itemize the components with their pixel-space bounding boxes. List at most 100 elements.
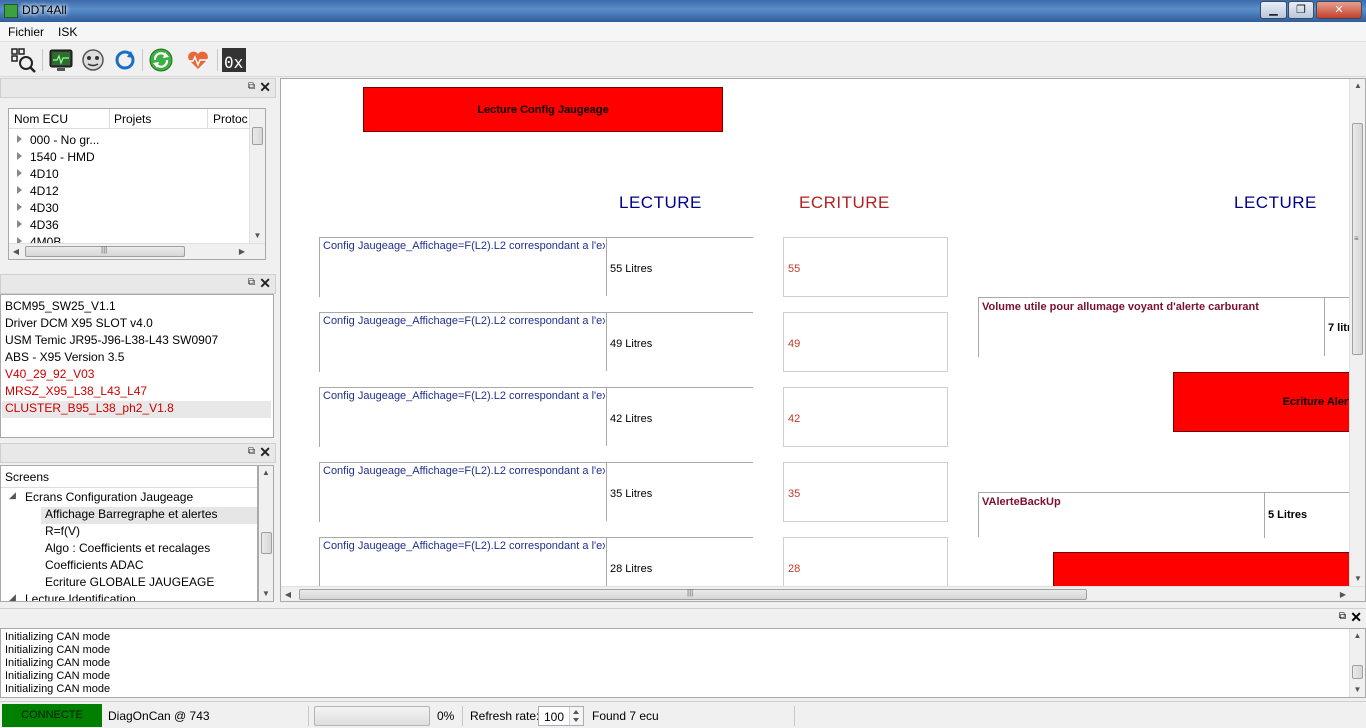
face-icon[interactable] [80,47,106,73]
tree-item-selected[interactable]: Affichage Barregraphe et alertes [41,507,257,524]
close-icon[interactable]: ✕ [259,275,271,292]
write-field[interactable]: 55 [783,237,948,297]
ecu-table: Nom ECU Projets Protoc 000 - No gr... 15… [8,108,266,260]
status-bar: CONNECTE DiagOnCan @ 743 0% Refresh rate… [0,701,1366,728]
write-field[interactable]: 49 [783,312,948,372]
heart-icon[interactable] [185,47,211,73]
spin-up-icon[interactable] [573,710,579,714]
expand-arrow-icon[interactable] [17,135,22,143]
refresh-rate-value[interactable]: 100 [544,710,564,724]
list-item-selected[interactable]: CLUSTER_B95_L38_ph2_V1.8 [2,401,271,418]
config-param-box: Config Jaugeage_Affichage=F(L2).L2 corre… [319,312,753,372]
list-item[interactable]: USM Temic JR95-J96-L38-L43 SW0907 [5,333,218,350]
read-value: 49 Litres [610,338,653,350]
list-item[interactable]: ABS - X95 Version 3.5 [5,350,124,367]
ecu-table-header: Nom ECU Projets Protoc [9,109,249,129]
expand-arrow-icon[interactable] [17,186,22,194]
menu-fichier[interactable]: Fichier [8,25,44,39]
monitor-icon[interactable] [48,47,74,73]
screens-vscrollbar[interactable]: ▲ ▼ [258,465,274,602]
ecu-row[interactable]: 4D30 [17,201,59,218]
spin-down-icon[interactable] [573,718,579,722]
ecu-row[interactable]: 1540 - HMD [17,150,95,167]
float-icon[interactable]: ⧉ [248,277,255,288]
read-value: 35 Litres [610,488,653,500]
list-item[interactable]: V40_29_92_V03 [5,367,94,384]
close-icon[interactable]: ✕ [259,79,271,96]
col-nom-ecu[interactable]: Nom ECU [14,112,68,126]
scan-ecu-icon[interactable] [10,47,36,73]
refresh-rate-label: Refresh rate: [470,709,540,723]
list-item[interactable]: BCM95_SW25_V1.1 [5,299,116,316]
read-value: 42 Litres [610,413,653,425]
write-field[interactable]: 35 [783,462,948,522]
ecu-row[interactable]: 4D36 [17,218,59,235]
screens-header: Screens [5,470,50,484]
tree-item[interactable]: R=f(V) [45,524,80,538]
backup-alert-value: 5 Litres [1268,509,1308,521]
title-bar: DDT4All ▁ ❐ ✕ [0,0,1366,22]
tree-item[interactable]: Algo : Coefficients et recalages [45,541,210,555]
screens-dock-header: ⧉ ✕ [0,443,276,463]
config-param-box: Config Jaugeage_Affichage=F(L2).L2 corre… [319,462,753,522]
refresh-icon[interactable] [112,47,138,73]
float-icon[interactable]: ⧉ [248,81,255,92]
float-icon[interactable]: ⧉ [1339,611,1346,622]
ecu-vscrollbar[interactable]: ▼ [249,109,265,243]
list-item[interactable]: MRSZ_X95_L38_L43_L47 [5,384,147,401]
expand-arrow-icon[interactable] [17,169,22,177]
ecu-row[interactable]: 4D12 [17,184,59,201]
protocol-label: DiagOnCan @ 743 [108,709,210,723]
tree-category[interactable]: Ecrans Configuration Jaugeage [25,490,193,504]
ecu-hscrollbar[interactable]: ◀ ||| ▶ [9,243,265,259]
ecriture-alerte-button[interactable]: Ecriture Alerte [1173,372,1359,432]
tree-item[interactable]: Ecriture GLOBALE JAUGEAGE [45,575,214,589]
lecture-header: LECTURE [619,193,702,212]
lecture-config-button[interactable]: Lecture Config Jaugeage [363,87,723,132]
main-vscrollbar[interactable]: ▲ ≡ ▼ [1349,79,1365,586]
expand-arrow-icon[interactable] [17,203,22,211]
list-item[interactable]: Driver DCM X95 SLOT v4.0 [5,316,153,333]
progress-bar [314,706,430,726]
config-label: Config Jaugeage_Affichage=F(L2).L2 corre… [323,540,605,552]
close-icon[interactable]: ✕ [1350,609,1362,626]
collapse-arrow-icon[interactable]: ◢ [9,592,16,601]
config-param-box: Config Jaugeage_Affichage=F(L2).L2 corre… [319,237,753,297]
write-field[interactable]: 42 [783,387,948,447]
close-window-button[interactable]: ✕ [1316,1,1362,19]
log-vscrollbar[interactable]: ▲ ▼ [1349,629,1365,697]
close-icon[interactable]: ✕ [259,444,271,461]
collapse-arrow-icon[interactable]: ◢ [9,490,16,501]
ecu-row[interactable]: 4M0B [17,235,61,243]
volume-alert-box: Volume utile pour allumage voyant d'aler… [978,297,1358,357]
app-icon [4,4,18,18]
green-cycle-icon[interactable] [148,47,174,73]
refresh-rate-spinner[interactable]: 100 [538,706,584,726]
hex-icon[interactable]: 0x [222,48,246,72]
log-line: Initializing CAN mode [5,644,111,656]
menu-isk[interactable]: ISK [58,25,77,39]
float-icon[interactable]: ⧉ [248,446,255,457]
maximize-button[interactable]: ❐ [1288,1,1314,19]
col-projets[interactable]: Projets [114,112,151,126]
minimize-button[interactable]: ▁ [1260,1,1287,19]
volume-alert-label: Volume utile pour allumage voyant d'aler… [982,301,1259,313]
tree-category[interactable]: Lecture Identification [25,592,136,601]
expand-arrow-icon[interactable] [17,152,22,160]
log-line: Initializing CAN mode [5,683,111,695]
log-line: Initializing CAN mode [5,631,111,643]
main-hscrollbar[interactable]: ◀ ||| ▶ [281,586,1365,601]
toolbar: 0x [0,43,1366,77]
ecu-row[interactable]: 4D10 [17,167,59,184]
ecu-row[interactable]: 000 - No gr... [17,133,99,150]
ecu-dock-header: ⧉ ✕ [0,78,276,98]
tree-item[interactable]: Coefficients ADAC [45,558,144,572]
col-protoc[interactable]: Protoc [213,112,249,126]
config-label: Config Jaugeage_Affichage=F(L2).L2 corre… [323,465,605,477]
found-ecu-label: Found 7 ecu [592,709,659,723]
config-label: Config Jaugeage_Affichage=F(L2).L2 corre… [323,240,605,252]
log-panel: Initializing CAN mode Initializing CAN m… [0,628,1366,698]
lecture-header-right: LECTURE [1234,193,1317,212]
expand-arrow-icon[interactable] [17,220,22,228]
backup-alert-label: VAlerteBackUp [982,496,1061,508]
